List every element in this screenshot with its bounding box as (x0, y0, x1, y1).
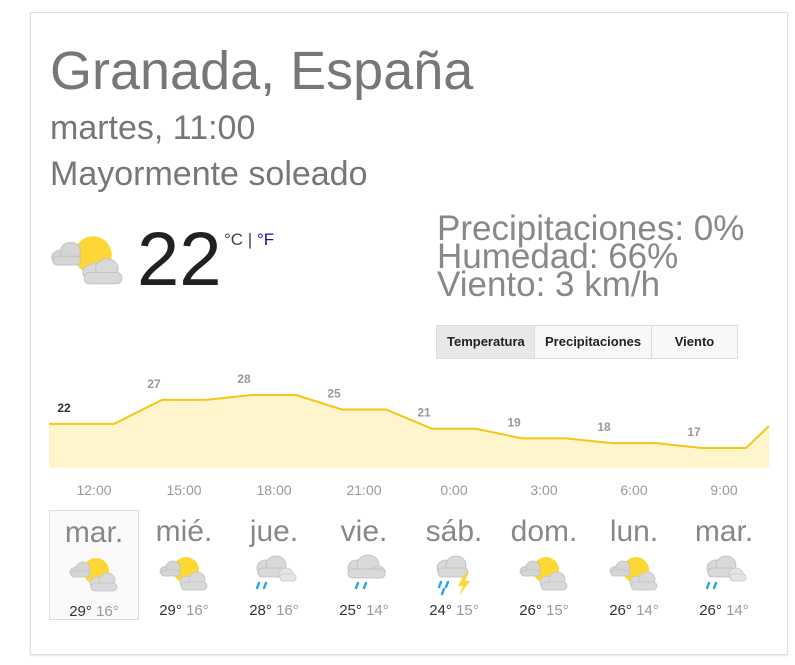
hour-tick-label: 9:00 (710, 482, 738, 498)
day-high-temp: 26° (609, 602, 632, 619)
day-name: mié. (155, 515, 213, 548)
daily-forecast: mar. 29° 16° mié. 29° 16° jue. 28° 16° vie. 25°… (49, 510, 769, 622)
day-low-temp: 16° (186, 602, 209, 619)
day-low-temp: 14° (636, 602, 659, 619)
chart-tabs: Temperatura Precipitaciones Viento (436, 325, 738, 359)
partly-cloudy-icon (69, 558, 118, 592)
hour-tick-label: 0:00 (440, 482, 468, 498)
day-temperatures: 26° 15° (499, 602, 589, 619)
partly-cloudy-icon (519, 557, 568, 591)
day-high-temp: 25° (339, 602, 362, 619)
hour-axis: 12:00 15:00 18:00 21:00 0:00 3:00 6:00 9:00 (49, 482, 769, 500)
day-forecast[interactable]: mié. 29° 16° (139, 510, 229, 620)
day-temperatures: 29° 16° (139, 602, 229, 619)
day-forecast[interactable]: mar. 26° 14° (679, 510, 769, 620)
day-name: vie. (340, 515, 388, 548)
day-forecast[interactable]: vie. 25° 14° (319, 510, 409, 620)
temperature-data-label: 22 (57, 401, 71, 415)
partly-cloudy-icon (51, 236, 123, 285)
day-high-temp: 26° (699, 602, 722, 619)
day-high-temp: 29° (69, 603, 92, 620)
day-low-temp: 14° (366, 602, 389, 619)
temperature-data-label: 27 (147, 377, 161, 391)
temperature-data-label: 25 (327, 386, 341, 400)
day-forecast[interactable]: dom. 26° 15° (499, 510, 589, 620)
day-high-temp: 24° (429, 602, 452, 619)
hour-tick-label: 18:00 (256, 482, 292, 498)
location-title: Granada, España (50, 41, 474, 101)
tab-temperature[interactable]: Temperatura (437, 326, 535, 358)
weather-details: Precipitaciones: 0% Humedad: 66% Viento:… (437, 211, 744, 304)
day-name: lun. (609, 515, 659, 548)
day-temperatures: 28° 16° (229, 602, 319, 619)
day-name: mar. (64, 516, 124, 549)
celsius-unit: °C (224, 230, 244, 249)
rain-showers-icon (705, 555, 747, 590)
temperature-data-label: 21 (417, 406, 431, 420)
day-temperatures: 29° 16° (50, 603, 138, 620)
tab-wind[interactable]: Viento (652, 326, 737, 358)
unit-toggle: °C | °F (224, 230, 274, 250)
day-name: sáb. (425, 515, 483, 548)
hour-tick-label: 3:00 (530, 482, 558, 498)
day-name: dom. (510, 515, 578, 548)
rain-icon (347, 554, 386, 590)
temperature-data-label: 28 (237, 372, 251, 386)
current-condition: Mayormente soleado (50, 155, 368, 193)
temperature-chart: 22 27 28 25 21 19 18 17 (49, 372, 769, 468)
day-forecast[interactable]: sáb. 24° 15° (409, 510, 499, 620)
day-low-temp: 16° (96, 603, 119, 620)
rain-showers-icon (255, 555, 297, 590)
day-forecast[interactable]: jue. 28° 16° (229, 510, 319, 620)
current-temperature: 22 (137, 217, 222, 302)
partly-cloudy-icon (159, 557, 208, 591)
day-name: jue. (249, 515, 299, 548)
day-forecast[interactable]: lun. 26° 14° (589, 510, 679, 620)
hour-tick-label: 15:00 (166, 482, 202, 498)
day-temperatures: 26° 14° (679, 602, 769, 619)
hour-tick-label: 12:00 (76, 482, 112, 498)
hour-tick-label: 21:00 (346, 482, 382, 498)
day-forecast[interactable]: mar. 29° 16° (49, 510, 139, 620)
day-temperatures: 25° 14° (319, 602, 409, 619)
partly-cloudy-icon (609, 557, 658, 591)
thunderstorm-icon (436, 555, 470, 596)
unit-separator: | (243, 230, 257, 249)
day-low-temp: 16° (276, 602, 299, 619)
fahrenheit-link[interactable]: °F (257, 230, 274, 249)
current-datetime: martes, 11:00 (50, 109, 256, 147)
temperature-data-label: 17 (687, 425, 701, 439)
hour-tick-label: 6:00 (620, 482, 648, 498)
tab-precipitation[interactable]: Precipitaciones (535, 326, 652, 358)
day-temperatures: 24° 15° (409, 602, 499, 619)
day-high-temp: 26° (519, 602, 542, 619)
temperature-data-label: 18 (597, 420, 611, 434)
day-temperatures: 26° 14° (589, 602, 679, 619)
day-low-temp: 15° (456, 602, 479, 619)
temperature-area (49, 395, 769, 468)
day-high-temp: 28° (249, 602, 272, 619)
temperature-data-label: 19 (507, 415, 521, 429)
day-low-temp: 15° (546, 602, 569, 619)
day-high-temp: 29° (159, 602, 182, 619)
day-name: mar. (694, 515, 754, 548)
wind-text: Viento: 3 km/h (437, 265, 661, 304)
day-low-temp: 14° (726, 602, 749, 619)
